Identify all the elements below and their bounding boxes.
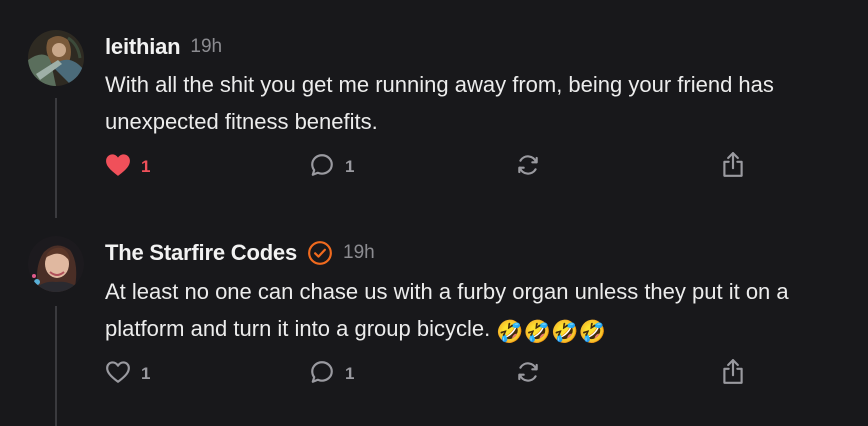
avatar-leithian[interactable] [28,30,84,86]
action-bar: 1 1 [105,151,755,184]
post-time[interactable]: 19h [343,242,375,264]
author-name[interactable]: leithian [105,34,181,60]
share-button[interactable] [720,151,746,184]
share-up-arrow-icon [720,358,746,391]
like-count: 1 [141,157,151,176]
like-count: 1 [141,364,151,383]
like-button[interactable]: 1 [105,359,150,389]
action-bar: 1 1 [105,358,755,391]
heart-icon [105,360,131,389]
thread-line [55,306,57,426]
thread-line [55,98,57,218]
post-text: With all the shit you get me running awa… [105,66,845,140]
reply-post-2: The Starfire Codes 19h At least no one c… [0,218,868,426]
repost-button[interactable] [515,152,541,182]
verified-check-badge-icon [307,240,333,266]
post-time[interactable]: 19h [190,36,222,58]
share-button[interactable] [720,358,746,391]
reply-count: 1 [345,157,355,176]
reply-button[interactable]: 1 [309,152,354,182]
reply-button[interactable]: 1 [309,359,354,389]
repost-arrows-icon [515,152,541,183]
post-text-body: With all the shit you get me running awa… [105,72,774,134]
like-button[interactable]: 1 [105,152,150,182]
post-text-body: At least no one can chase us with a furb… [105,279,789,341]
speech-bubble-icon [309,359,335,390]
repost-arrows-icon [515,359,541,390]
avatar-the-starfire-codes[interactable] [28,236,84,292]
author-name[interactable]: The Starfire Codes [105,240,297,266]
heart-icon [105,153,131,182]
rofl-emoji: 🤣🤣🤣🤣 [496,319,606,344]
post-text: At least no one can chase us with a furb… [105,273,845,350]
post-header: The Starfire Codes 19h [105,240,375,266]
post-header: leithian 19h [105,34,222,60]
reply-post-1: leithian 19h With all the shit you get m… [0,0,868,218]
reply-count: 1 [345,364,355,383]
share-up-arrow-icon [720,151,746,184]
repost-button[interactable] [515,359,541,389]
speech-bubble-icon [309,152,335,183]
